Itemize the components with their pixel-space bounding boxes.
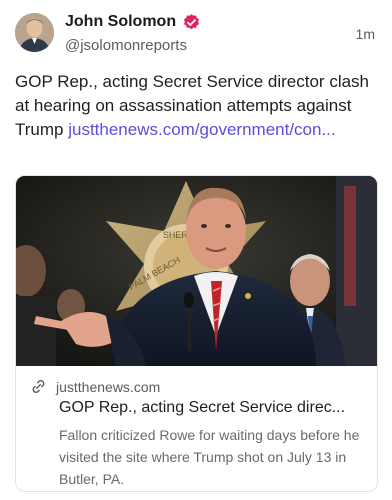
link-domain: justthenews.com [56,378,161,395]
avatar-portrait-icon [15,13,54,52]
link-description: Fallon criticized Rowe for waiting days … [59,427,360,487]
link-domain-row: justthenews.com [30,378,160,395]
post-link[interactable]: justthenews.com/government/con... [68,120,335,139]
news-photo: SHERIFF'S PALM BEACH [16,176,377,366]
link-icon [32,380,45,393]
link-preview-card[interactable]: SHERIFF'S PALM BEACH justthenews.com GOP… [15,175,378,492]
author-name[interactable]: John Solomon [65,13,176,31]
author-name-row: John Solomon [65,11,201,33]
post-header: John Solomon @jsolomonreports 1m [0,0,392,66]
link-preview-image[interactable]: SHERIFF'S PALM BEACH [16,176,377,366]
link-title[interactable]: GOP Rep., acting Secret Service direc... [59,399,365,417]
post-timestamp[interactable]: 1m [356,26,375,42]
link-preview-body: justthenews.com GOP Rep., acting Secret … [16,366,377,491]
post-body: GOP Rep., acting Secret Service director… [15,70,380,142]
author-handle[interactable]: @jsolomonreports [65,37,187,54]
verified-badge-icon [184,13,200,29]
author-avatar[interactable] [15,13,54,52]
